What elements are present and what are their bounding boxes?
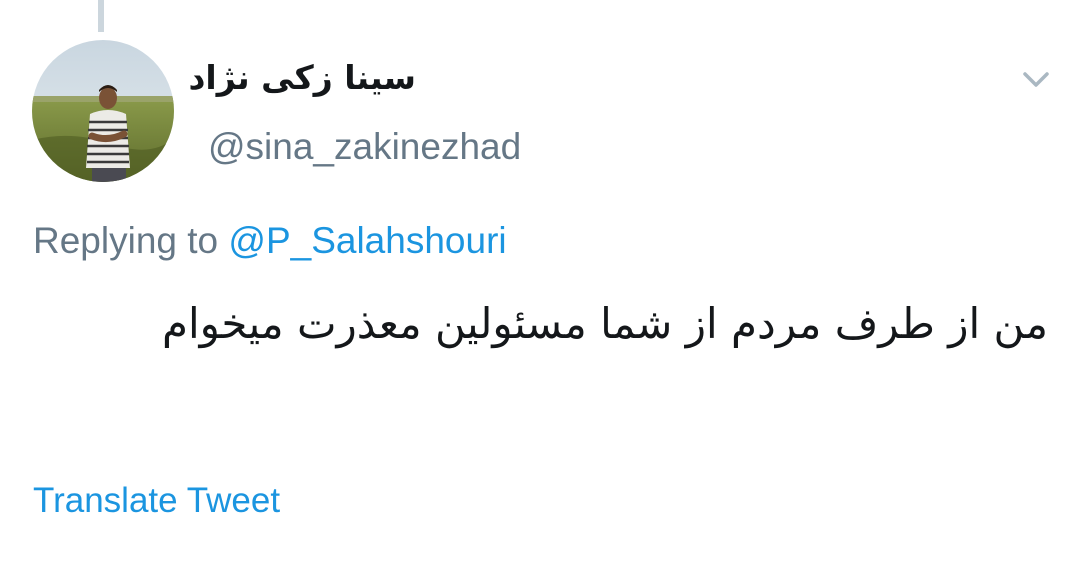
translate-tweet-link[interactable]: Translate Tweet (33, 476, 280, 526)
tweet-menu-button[interactable] (1016, 62, 1056, 98)
replying-to: Replying to @P_Salahshouri (33, 215, 507, 267)
reply-user-link[interactable]: @P_Salahshouri (228, 220, 506, 261)
author-display-name[interactable]: سینا زکی نژاد (188, 50, 416, 106)
tweet-text: من از طرف مردم از شما مسئولین معذرت میخو… (161, 299, 1048, 348)
avatar[interactable] (32, 40, 174, 182)
replying-to-label: Replying to (33, 220, 219, 261)
profile-photo-icon (32, 40, 174, 182)
author-handle[interactable]: @sina_zakinezhad (208, 120, 521, 174)
chevron-down-icon (1023, 72, 1049, 87)
thread-connector-line (98, 0, 104, 32)
